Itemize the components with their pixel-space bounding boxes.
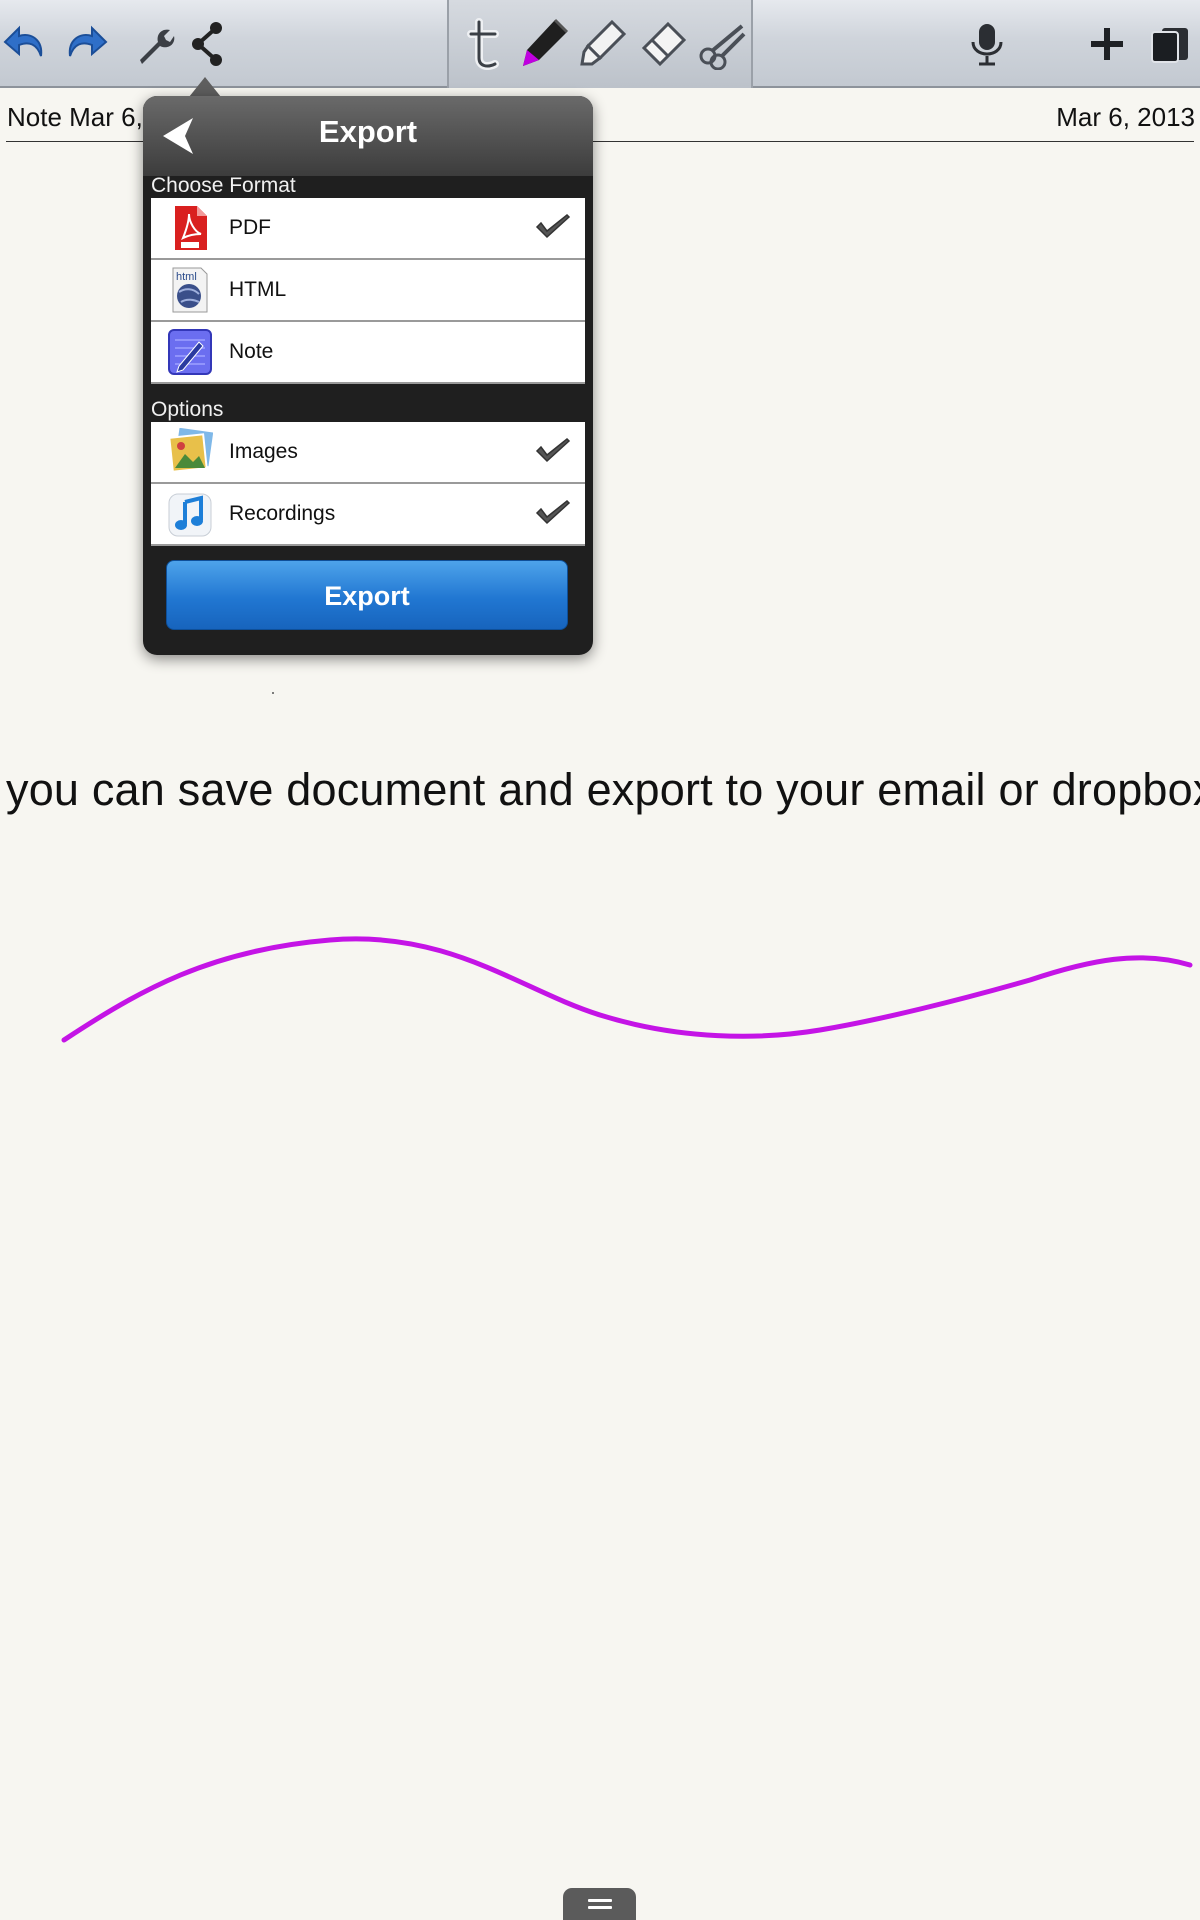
format-label: PDF: [229, 216, 271, 239]
ink-stroke: [61, 936, 1193, 1043]
bottom-menu-handle[interactable]: [563, 1888, 636, 1920]
format-row-html[interactable]: html HTML: [151, 260, 585, 322]
format-row-pdf[interactable]: PDF: [151, 198, 585, 260]
music-note-icon: [167, 490, 213, 538]
format-section-label: Choose Format: [151, 174, 296, 197]
handle-line: [588, 1899, 612, 1902]
checkmark-icon: [535, 213, 571, 243]
html-globe-icon: html: [167, 266, 213, 314]
option-row-images[interactable]: Images: [151, 422, 585, 484]
handle-line: [588, 1906, 612, 1909]
format-row-note[interactable]: Note: [151, 322, 585, 384]
pdf-icon: [167, 204, 213, 252]
svg-text:html: html: [176, 271, 197, 283]
option-row-recordings[interactable]: Recordings: [151, 484, 585, 546]
options-section-label: Options: [151, 398, 224, 421]
checkmark-icon: [535, 499, 571, 529]
popover-pointer: [189, 77, 221, 97]
format-label: HTML: [229, 278, 287, 301]
checkmark-icon: [535, 437, 571, 467]
option-label: Recordings: [229, 502, 336, 525]
export-button[interactable]: Export: [166, 560, 568, 630]
format-label: Note: [229, 340, 274, 363]
popover-title: Export: [318, 114, 418, 149]
export-popover: Export Choose Format PDF html HTML Note …: [143, 96, 593, 655]
note-pencil-icon: [167, 328, 213, 376]
popover-header: Export: [143, 96, 593, 176]
option-label: Images: [229, 440, 298, 463]
images-icon: [167, 427, 214, 476]
